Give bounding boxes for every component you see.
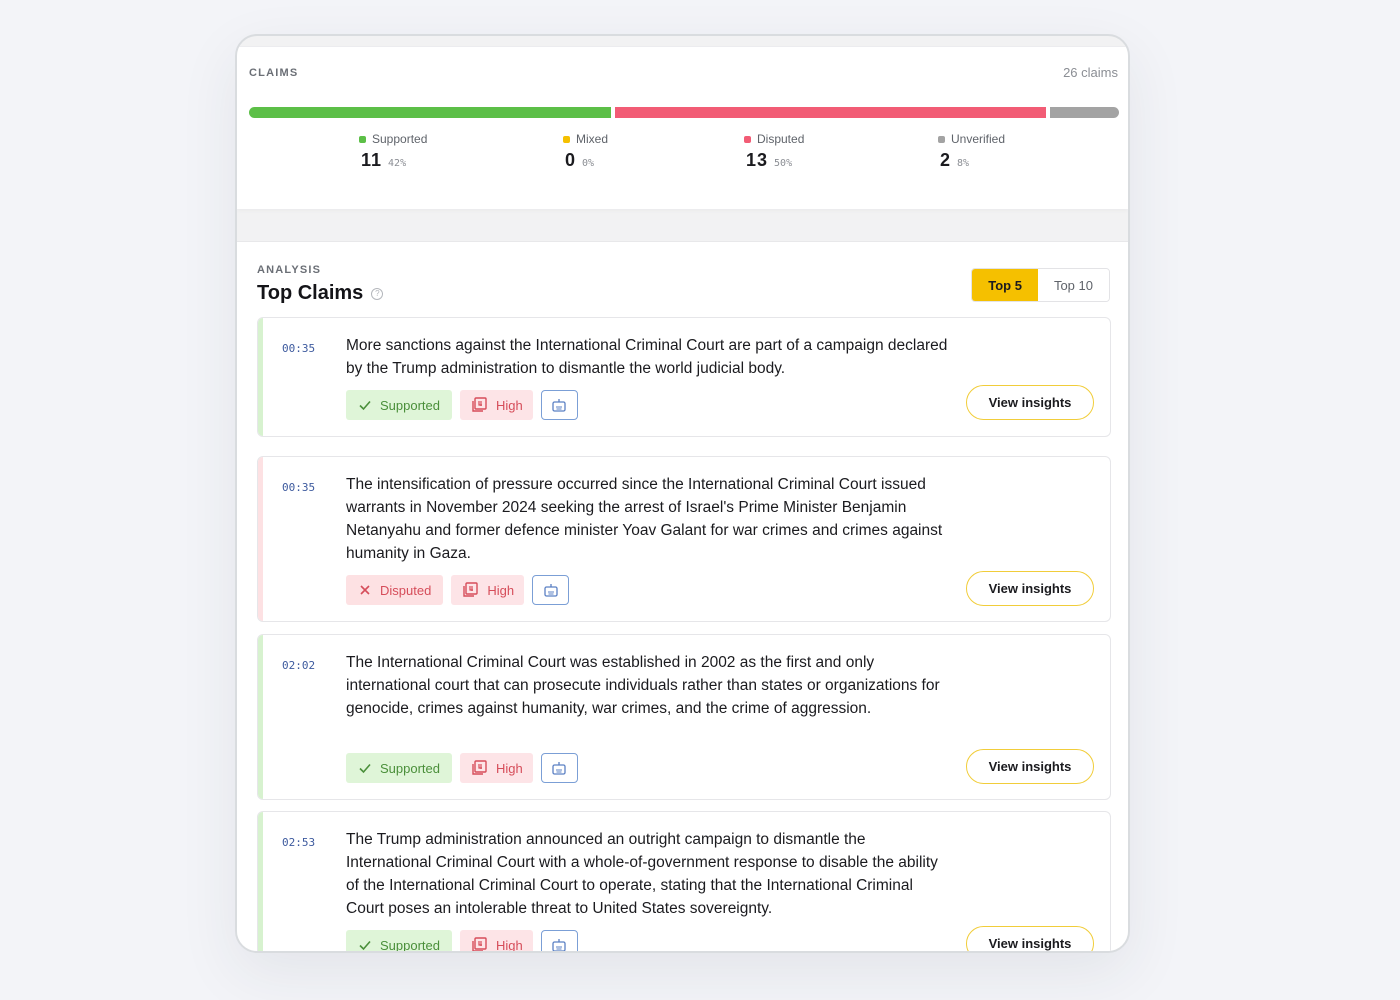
analysis-label: ANALYSIS [257,264,322,276]
verdict-label: Supported [380,397,440,413]
confidence-label: High [487,582,515,598]
ai-bot-button[interactable] [540,390,578,420]
stat-percent: 50% [774,158,793,169]
claims-summary-card: CLAIMS 26 claims Supported 11 42% Mixed 0… [237,46,1128,209]
verdict-badge: Supported [346,390,452,420]
claims-distribution-bar [249,107,1119,118]
ai-bot-button[interactable] [540,753,578,783]
x-icon [360,585,370,595]
claim-timestamp[interactable]: 00:35 [282,481,315,494]
robot-icon [552,939,566,951]
stat-label: Unverified [951,132,1006,146]
page-title: Top Claims ? [257,282,384,305]
layers-icon [472,937,487,951]
stat-percent: 0% [582,158,595,169]
stat-supported: Supported 11 42% [359,132,427,171]
confidence-label: High [496,397,523,413]
claim-card: 00:35 The intensification of pressure oc… [257,456,1111,622]
view-insights-button[interactable]: View insights [966,385,1094,420]
claim-timestamp[interactable]: 02:02 [282,659,315,672]
claim-timestamp[interactable]: 00:35 [282,342,315,355]
robot-icon [543,584,558,597]
stat-unverified: Unverified 2 8% [938,132,1005,171]
check-icon [359,400,371,411]
view-insights-button[interactable]: View insights [966,926,1094,951]
claim-tags: Supported High [346,930,578,953]
check-icon [359,763,371,774]
verdict-badge: Supported [346,930,452,953]
layers-icon [463,582,479,597]
stat-label: Disputed [757,132,805,146]
verdict-badge: Supported [346,753,452,783]
claim-tags: Supported High [346,390,578,420]
bar-segment-disputed [615,107,1047,118]
claim-tags: Disputed High [346,575,570,605]
claims-count: 26 claims [1063,65,1118,80]
confidence-badge: High [451,575,525,605]
unverified-dot-icon [938,135,945,143]
claim-tags: Supported High [346,753,578,783]
bar-segment-unverified [1050,107,1119,118]
verdict-label: Disputed [380,582,432,598]
stat-percent: 42% [388,158,407,169]
confidence-badge: High [460,390,533,420]
stat-mixed: Mixed 0 0% [563,132,608,171]
toggle-top-10[interactable]: Top 10 [1037,269,1109,301]
robot-icon [552,762,566,775]
stat-value: 13 [746,150,769,170]
top-n-toggle: Top 5 Top 10 [971,268,1110,302]
claim-card: 02:02 The International Criminal Court w… [257,634,1111,800]
claim-text: The intensification of pressure occurred… [346,476,943,562]
stat-value: 0 [565,150,577,170]
confidence-badge: High [460,930,533,953]
mixed-dot-icon [563,135,570,143]
check-icon [359,940,371,951]
view-insights-button[interactable]: View insights [966,749,1094,784]
stat-label: Mixed [576,132,609,146]
device-frame: CLAIMS 26 claims Supported 11 42% Mixed 0… [235,34,1130,953]
bar-segment-supported [249,107,612,118]
question-circle-icon[interactable]: ? [371,287,384,300]
confidence-badge: High [460,753,533,783]
verdict-label: Supported [380,760,440,776]
layers-icon [472,397,487,412]
ai-bot-button[interactable] [540,930,578,951]
claim-card: 02:53 The Trump administration announced… [257,811,1111,953]
claim-text: The International Criminal Court was est… [346,654,940,717]
stat-label: Supported [372,132,428,146]
verdict-label: Supported [380,937,440,953]
disputed-dot-icon [744,135,751,143]
stat-percent: 8% [957,158,970,169]
confidence-label: High [496,937,523,953]
stat-value: 11 [361,150,383,170]
stat-disputed: Disputed 13 50% [744,132,804,171]
verdict-accent [258,457,263,621]
verdict-accent [258,318,263,436]
claim-text: The Trump administration announced an ou… [346,831,938,917]
analysis-panel: ANALYSIS Top Claims ? Top 5 Top 10 00:35… [237,241,1128,953]
robot-icon [552,399,566,412]
claim-text: More sanctions against the International… [346,337,948,377]
verdict-accent [258,635,263,799]
claim-timestamp[interactable]: 02:53 [282,836,315,849]
verdict-accent [258,812,263,951]
view-insights-button[interactable]: View insights [966,571,1094,606]
verdict-badge: Disputed [346,575,444,605]
layers-icon [472,760,487,775]
confidence-label: High [496,760,523,776]
stat-value: 2 [940,150,952,170]
toggle-top-5[interactable]: Top 5 [972,269,1038,301]
supported-dot-icon [359,135,366,143]
claim-card: 00:35 More sanctions against the Interna… [257,317,1111,437]
claims-label: CLAIMS [249,67,299,79]
title-text: Top Claims [257,282,364,304]
ai-bot-button[interactable] [532,575,570,605]
